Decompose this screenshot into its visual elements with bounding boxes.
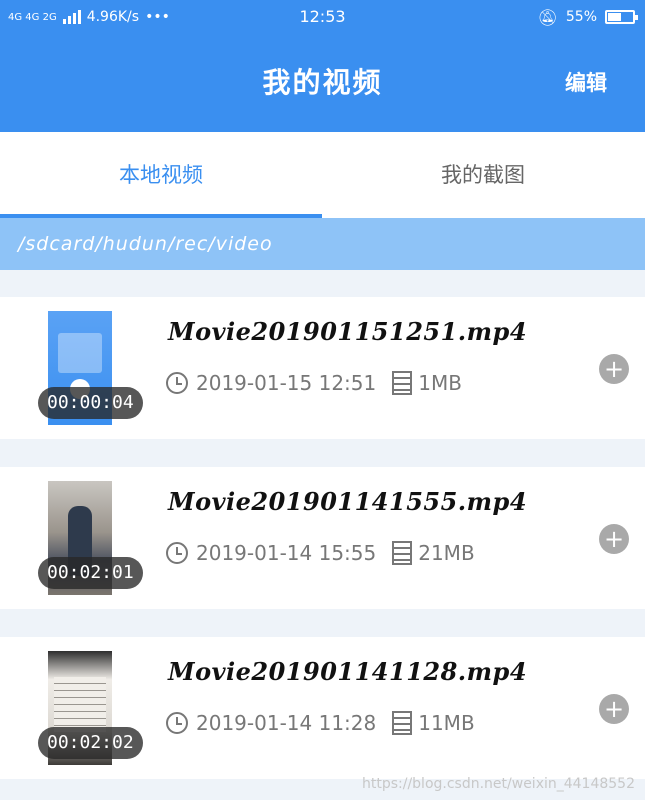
video-duration: 00:02:02 xyxy=(38,727,143,759)
video-size: 11MB xyxy=(418,711,475,735)
video-date: 2019-01-14 11:28 xyxy=(196,711,377,735)
video-date: 2019-01-15 12:51 xyxy=(196,371,377,395)
battery-icon xyxy=(605,10,638,24)
status-right: 🔕︎ 55% xyxy=(537,0,638,34)
video-list-item[interactable]: 00:00:04 Movie201901151251.mp4 2019-01-1… xyxy=(0,297,645,439)
video-duration: 00:00:04 xyxy=(38,387,143,419)
video-filename: Movie201901141128.mp4 xyxy=(168,657,528,686)
tab-bar: 本地视频 我的截图 xyxy=(0,132,645,218)
video-duration: 00:02:01 xyxy=(38,557,143,589)
video-meta: 2019-01-15 12:51 1MB xyxy=(166,369,462,397)
video-meta: 2019-01-14 15:55 21MB xyxy=(166,539,475,567)
watermark: https://blog.csdn.net/weixin_44148552 xyxy=(361,776,635,792)
tab-local-videos[interactable]: 本地视频 xyxy=(0,132,322,218)
plus-icon[interactable]: + xyxy=(599,354,629,384)
video-filename: Movie201901151251.mp4 xyxy=(168,317,528,346)
edit-button[interactable]: 编辑 xyxy=(565,34,607,132)
file-icon xyxy=(392,371,413,395)
file-icon xyxy=(392,541,413,565)
page-title: 我的视频 xyxy=(262,66,383,99)
path-label: /sdcard/hudun/rec/video xyxy=(18,233,273,255)
path-bar: /sdcard/hudun/rec/video xyxy=(0,218,645,270)
video-list-item[interactable]: 00:02:01 Movie201901141555.mp4 2019-01-1… xyxy=(0,467,645,609)
video-filename: Movie201901141555.mp4 xyxy=(168,487,528,516)
battery-percent: 55% xyxy=(565,9,597,25)
video-list-item[interactable]: 00:02:02 Movie201901141128.mp4 2019-01-1… xyxy=(0,637,645,779)
plus-icon[interactable]: + xyxy=(599,524,629,554)
clock-icon xyxy=(166,542,188,564)
bell-off-icon: 🔕︎ xyxy=(537,7,558,27)
tab-my-screenshots[interactable]: 我的截图 xyxy=(322,132,644,218)
file-icon xyxy=(392,711,413,735)
video-date: 2019-01-14 15:55 xyxy=(196,541,377,565)
battery-fill xyxy=(608,13,622,21)
video-meta: 2019-01-14 11:28 11MB xyxy=(166,709,475,737)
thumbnail-graphic xyxy=(54,677,106,732)
title-bar: 我的视频 编辑 xyxy=(0,34,645,132)
video-size: 1MB xyxy=(418,371,462,395)
plus-icon[interactable]: + xyxy=(599,694,629,724)
thumbnail-graphic xyxy=(58,333,102,373)
video-size: 21MB xyxy=(418,541,475,565)
clock-icon xyxy=(166,372,188,394)
status-bar: 4G 4G 2G 4.96K/s ••• 12:53 🔕︎ 55% xyxy=(0,0,645,34)
clock-icon xyxy=(166,712,188,734)
